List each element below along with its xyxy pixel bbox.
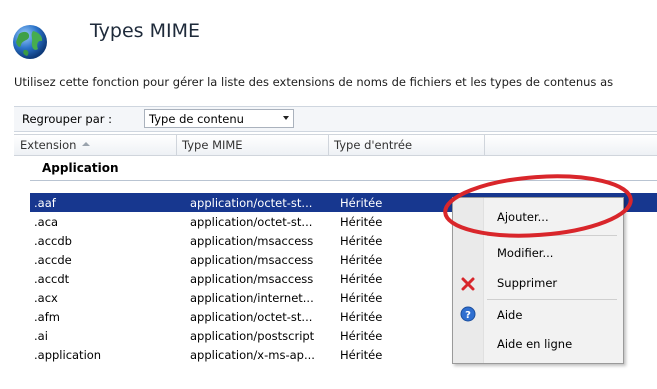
cell-entry-type: Héritée [340, 310, 383, 324]
group-divider [30, 180, 657, 181]
cell-entry-type: Héritée [340, 215, 383, 229]
column-header-entry-type[interactable]: Type d'entrée [334, 138, 412, 152]
group-heading: Application [42, 161, 119, 175]
context-menu: Ajouter... Modifier... Supprimer ? Aide … [452, 197, 624, 364]
cell-mime-type: application/msaccess [190, 253, 314, 267]
table-header: Extension Type MIME Type d'entrée [14, 134, 657, 156]
cell-entry-type: Héritée [340, 348, 383, 362]
cell-extension: .afm [34, 310, 60, 324]
cell-entry-type: Héritée [340, 234, 383, 248]
cell-entry-type: Héritée [340, 253, 383, 267]
cell-mime-type: application/postscript [190, 329, 315, 343]
menu-item-modify[interactable]: Modifier... [497, 246, 553, 260]
cell-extension: .acx [34, 291, 58, 305]
cell-entry-type: Héritée [340, 196, 383, 210]
group-by-toolbar: Regrouper par : Type de contenu [14, 106, 657, 132]
menu-item-online-help[interactable]: Aide en ligne [497, 337, 572, 351]
cell-mime-type: application/msaccess [190, 234, 314, 248]
group-by-label: Regrouper par : [22, 112, 113, 126]
cell-entry-type: Héritée [340, 272, 383, 286]
menu-separator [487, 235, 617, 236]
cell-entry-type: Héritée [340, 329, 383, 343]
cell-extension: .aca [34, 215, 59, 229]
delete-icon [461, 277, 475, 291]
cell-extension: .application [34, 348, 102, 362]
group-by-dropdown[interactable]: Type de contenu [144, 109, 294, 128]
cell-extension: .accdt [34, 272, 70, 286]
column-divider[interactable] [484, 135, 485, 155]
chevron-down-icon [283, 116, 289, 120]
globe-icon [13, 25, 47, 59]
page-description: Utilisez cette fonction pour gérer la li… [14, 75, 614, 89]
cell-mime-type: application/internet... [190, 291, 314, 305]
cell-mime-type: application/octet-st... [190, 310, 313, 324]
column-divider[interactable] [328, 135, 329, 155]
sort-ascending-icon [82, 142, 90, 146]
column-header-extension[interactable]: Extension [20, 138, 76, 152]
cell-extension: .aaf [34, 196, 56, 210]
menu-item-delete[interactable]: Supprimer [497, 276, 557, 290]
menu-item-add[interactable]: Ajouter... [497, 210, 549, 224]
svg-text:?: ? [465, 310, 471, 321]
page-title: Types MIME [90, 20, 200, 42]
cell-mime-type: application/x-ms-ap... [190, 348, 315, 362]
column-divider[interactable] [176, 135, 177, 155]
cell-mime-type: application/octet-st... [190, 215, 313, 229]
column-header-mime-type[interactable]: Type MIME [182, 138, 243, 152]
cell-extension: .accdb [34, 234, 72, 248]
menu-item-help[interactable]: Aide [497, 308, 522, 322]
cell-extension: .accde [34, 253, 72, 267]
cell-mime-type: application/msaccess [190, 272, 314, 286]
cell-mime-type: application/octet-st... [190, 196, 313, 210]
cell-extension: .ai [34, 329, 48, 343]
group-by-value: Type de contenu [149, 112, 244, 126]
menu-separator [487, 299, 617, 300]
cell-entry-type: Héritée [340, 291, 383, 305]
help-icon: ? [460, 306, 476, 322]
